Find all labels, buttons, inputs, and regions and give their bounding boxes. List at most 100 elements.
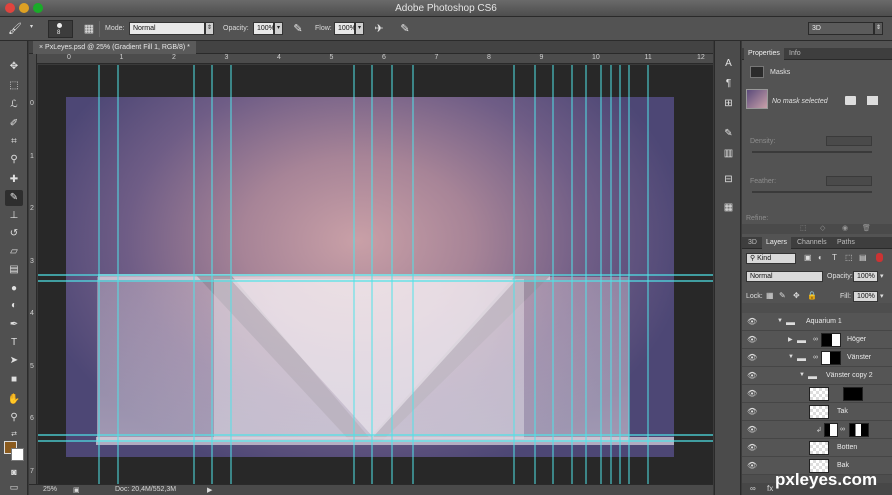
glyph-icon[interactable]: ⊞ bbox=[721, 97, 736, 111]
expand-triangle-icon[interactable]: ▼ bbox=[799, 372, 805, 378]
tab-paths[interactable]: Paths bbox=[833, 237, 859, 249]
eyedropper-icon[interactable]: ⚲ bbox=[5, 152, 23, 168]
filter-adjustment-icon[interactable]: ◐ bbox=[818, 253, 823, 262]
workspace-select[interactable]: 3D bbox=[808, 22, 874, 35]
quick-select-icon[interactable]: ✐ bbox=[5, 116, 23, 132]
filter-type-icon[interactable]: T bbox=[832, 253, 837, 262]
stamp-icon[interactable]: ⊥ bbox=[5, 208, 23, 224]
marquee-icon[interactable]: ⬚ bbox=[5, 78, 23, 94]
expand-triangle-icon[interactable]: ▼ bbox=[788, 354, 794, 360]
character-icon[interactable]: A bbox=[721, 57, 736, 71]
selection-icon[interactable]: ⬚ bbox=[800, 224, 807, 232]
screen-mode-icon[interactable]: ▭ bbox=[5, 479, 23, 495]
gradient-icon[interactable]: ▤ bbox=[5, 262, 23, 278]
pixel-mask-icon[interactable] bbox=[845, 96, 856, 105]
eye-icon[interactable]: 👁 bbox=[747, 335, 757, 344]
layer-row[interactable]: 👁 bbox=[742, 385, 892, 403]
mode-dropdown-icon[interactable]: ⇕ bbox=[205, 22, 214, 35]
flow-dropdown-icon[interactable]: ▾ bbox=[355, 22, 364, 35]
shape-icon[interactable]: ■ bbox=[5, 372, 23, 388]
opacity-input[interactable]: 100% bbox=[253, 22, 275, 35]
layer-thumb[interactable] bbox=[809, 387, 829, 401]
tab-properties[interactable]: Properties bbox=[744, 48, 784, 60]
brush-panel-icon[interactable]: ▦ bbox=[82, 22, 96, 36]
eye-icon[interactable]: 👁 bbox=[747, 353, 757, 362]
document-tab[interactable]: × PxLeyes.psd @ 25% (Gradient Fill 1, RG… bbox=[33, 41, 196, 54]
paragraph-icon[interactable]: ¶ bbox=[721, 77, 736, 91]
pressure-opacity-icon[interactable]: ✎ bbox=[291, 22, 305, 36]
brush-preset-icon[interactable]: 🖌 bbox=[8, 22, 22, 36]
layer-filter-select[interactable]: ⚲ Kind bbox=[746, 253, 796, 264]
status-menu-arrow-icon[interactable]: ▶ bbox=[207, 486, 212, 494]
history-brush-icon[interactable]: ↺ bbox=[5, 226, 23, 242]
brush-panel-dock-icon[interactable]: ▥ bbox=[721, 147, 736, 161]
layer-mask-thumb[interactable] bbox=[843, 387, 863, 401]
crop-icon[interactable]: ⌗ bbox=[5, 134, 23, 150]
layer-row[interactable]: 👁 ▼ ▬ Vänster copy 2 bbox=[742, 367, 892, 385]
layer-mask-thumb[interactable] bbox=[821, 351, 841, 365]
layer-row[interactable]: 👁 ▼ ▬ ∞ Vänster bbox=[742, 349, 892, 367]
blend-mode-select[interactable]: Normal bbox=[746, 271, 823, 282]
layer-row[interactable]: 👁 ↲ ∞ bbox=[742, 421, 892, 439]
fill-dropdown-icon[interactable]: ▾ bbox=[880, 292, 884, 300]
tab-info[interactable]: Info bbox=[785, 48, 805, 60]
blur-icon[interactable]: ● bbox=[5, 281, 23, 297]
tab-channels[interactable]: Channels bbox=[793, 237, 831, 249]
eye-icon[interactable]: 👁 bbox=[747, 407, 757, 416]
eye-icon[interactable]: 👁 bbox=[747, 461, 757, 470]
layer-opacity-dropdown-icon[interactable]: ▾ bbox=[880, 272, 884, 280]
lock-transparent-icon[interactable]: ▦ bbox=[766, 291, 774, 300]
layer-thumb[interactable] bbox=[809, 441, 829, 455]
visibility-mask-icon[interactable]: ◉ bbox=[842, 224, 848, 232]
status-icon[interactable]: ▣ bbox=[73, 486, 80, 494]
layer-row[interactable]: 👁 ▼ ▬ Aquarium 1 bbox=[742, 313, 892, 331]
eraser-icon[interactable]: ▱ bbox=[5, 244, 23, 260]
apply-mask-icon[interactable]: ◇ bbox=[820, 224, 825, 232]
canvas-workspace[interactable] bbox=[38, 65, 713, 484]
lock-image-icon[interactable]: ✎ bbox=[779, 291, 786, 300]
flow-input[interactable]: 100% bbox=[334, 22, 356, 35]
tab-layers[interactable]: Layers bbox=[762, 237, 792, 249]
pressure-size-icon[interactable]: ✎ bbox=[398, 22, 412, 36]
eye-icon[interactable]: 👁 bbox=[747, 317, 757, 326]
tab-3d[interactable]: 3D bbox=[744, 237, 761, 249]
layer-thumb[interactable] bbox=[809, 405, 829, 419]
link-layers-icon[interactable]: ∞ bbox=[750, 484, 756, 493]
lasso-icon[interactable]: ℒ bbox=[5, 97, 23, 113]
eye-icon[interactable]: 👁 bbox=[747, 371, 757, 380]
move-icon[interactable]: ✥ bbox=[5, 59, 23, 75]
brush-size-picker[interactable]: 8 bbox=[48, 20, 73, 38]
filter-toggle-icon[interactable] bbox=[876, 253, 883, 262]
type-icon[interactable]: T bbox=[5, 335, 23, 351]
mode-select[interactable]: Normal bbox=[129, 22, 205, 35]
adjustments-icon[interactable]: ⊟ bbox=[721, 173, 736, 187]
filter-smart-object-icon[interactable]: ▤ bbox=[859, 253, 867, 262]
adjustment-thumb[interactable] bbox=[824, 423, 838, 437]
layer-style-icon[interactable]: fx bbox=[767, 484, 773, 493]
layer-mask-thumb[interactable] bbox=[849, 423, 869, 437]
layer-mask-thumb[interactable] bbox=[821, 333, 841, 347]
workspace-dropdown-icon[interactable]: ⇕ bbox=[874, 22, 883, 35]
fill-input[interactable]: 100% bbox=[853, 291, 878, 302]
pen-icon[interactable]: ✒ bbox=[5, 317, 23, 333]
lock-position-icon[interactable]: ✥ bbox=[793, 291, 800, 300]
layer-row[interactable]: 👁 ▶ ▬ ∞ Höger bbox=[742, 331, 892, 349]
lock-all-icon[interactable]: 🔒 bbox=[807, 291, 817, 300]
brush-preset-dropdown[interactable]: ▾ bbox=[28, 22, 35, 35]
vector-mask-icon[interactable] bbox=[867, 96, 878, 105]
background-color-swatch[interactable] bbox=[11, 448, 24, 461]
actions-icon[interactable]: ▦ bbox=[721, 201, 736, 215]
airbrush-icon[interactable]: ✈ bbox=[372, 22, 386, 36]
collapse-triangle-icon[interactable]: ▶ bbox=[788, 336, 793, 343]
hand-icon[interactable]: ✋ bbox=[5, 392, 23, 408]
quick-mask-icon[interactable]: ◙ bbox=[5, 464, 23, 480]
tool-presets-icon[interactable]: ✎ bbox=[721, 127, 736, 141]
zoom-icon[interactable]: ⚲ bbox=[5, 410, 23, 426]
filter-shape-icon[interactable]: ⬚ bbox=[845, 253, 853, 262]
healing-icon[interactable]: ✚ bbox=[5, 172, 23, 188]
filter-pixel-icon[interactable]: ▣ bbox=[804, 253, 812, 262]
path-select-icon[interactable]: ➤ bbox=[5, 353, 23, 369]
eye-icon[interactable]: 👁 bbox=[747, 443, 757, 452]
layer-opacity-input[interactable]: 100% bbox=[853, 271, 878, 282]
layer-row[interactable]: 👁 Tak bbox=[742, 403, 892, 421]
